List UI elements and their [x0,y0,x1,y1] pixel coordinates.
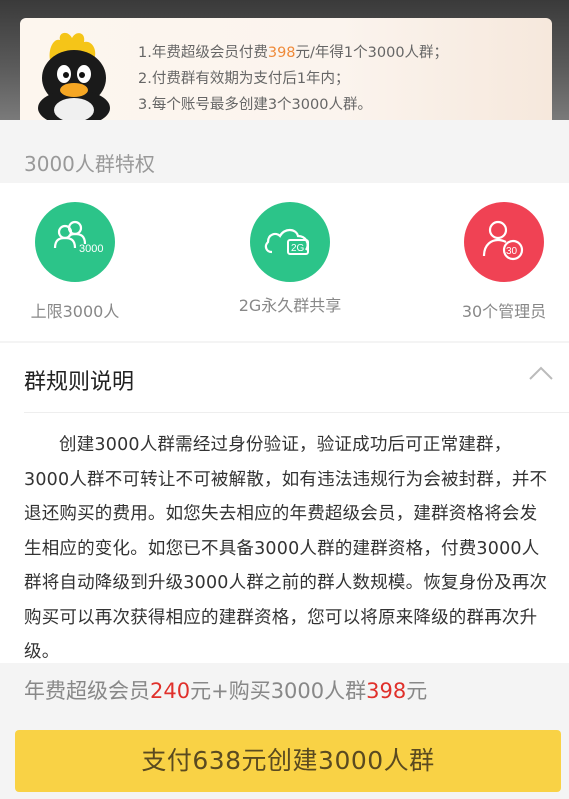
notes-list: 1.年费超级会员付费398元/年得1个3000人群； 2.付费群有效期为支付后1… [138,40,548,118]
group-3000-icon: 3000 [35,202,115,282]
divider [24,412,569,413]
price-summary: 年费超级会员240元+购买3000人群398元 [24,679,428,703]
pay-button[interactable]: 支付638元创建3000人群 [15,730,561,792]
svg-text:2G: 2G [291,243,305,254]
svg-text:30: 30 [506,246,518,257]
privileges-title: 3000人群特权 [24,152,155,176]
feature-cloud-share: 2G 2G永久群共享 [220,202,360,316]
note-price: 398 [267,45,296,61]
group-price: 398 [366,679,407,703]
svg-text:3000: 3000 [79,243,103,255]
rules-title: 群规则说明 [24,370,135,395]
rules-body: 创建3000人群需经过身份验证，验证成功后可正常建群，3000人群不可转让不可被… [24,435,548,662]
note-item: 2.付费群有效期为支付后1年内； [138,71,350,87]
cloud-2g-icon: 2G [250,202,330,282]
note-item: 3.每个账号最多创建3个3000人群。 [138,97,372,113]
note-item: 1.年费超级会员付费398元/年得1个3000人群； [138,45,449,61]
qq-penguin-mascot-icon [38,32,110,120]
feature-member-limit: 3000 上限3000人 [20,202,130,322]
feature-label: 30个管理员 [461,302,547,321]
feature-label: 上限3000人 [30,302,120,321]
chevron-up-icon[interactable] [528,364,554,382]
admin-30-icon: 30 [464,202,544,282]
feature-admins: 30 30个管理员 [449,202,559,322]
feature-label: 2G永久群共享 [238,296,342,315]
vip-price: 240 [150,679,191,703]
